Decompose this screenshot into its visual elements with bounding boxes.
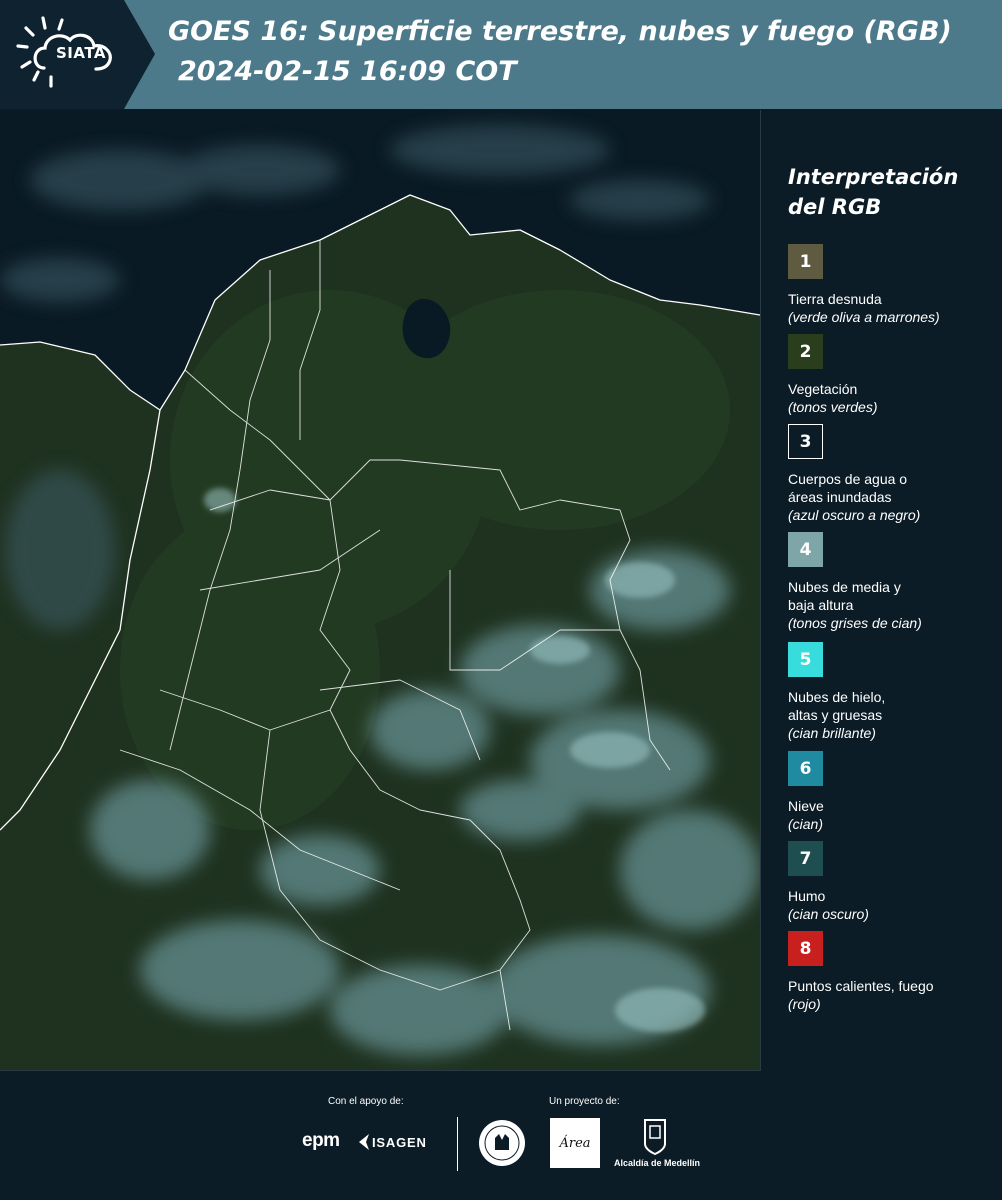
alcaldia-medellin-logo[interactable]: Alcaldía de Medellín — [611, 1158, 703, 1168]
siata-logo[interactable]: SIATA — [0, 0, 155, 109]
legend-note: (verde oliva a marrones) — [788, 309, 940, 325]
legend-item-vegetation: 2 Vegetación (tonos verdes) — [788, 334, 998, 416]
legend-label-line2: altas y gruesas — [788, 707, 883, 723]
header-banner: SIATA GOES 16: Superficie terrestre, nub… — [0, 0, 1002, 109]
legend-item-low-clouds: 4 Nubes de media y baja altura (tonos gr… — [788, 532, 998, 632]
legend-label: Puntos calientes, fuego — [788, 978, 934, 994]
satellite-map-image — [0, 110, 760, 1070]
isagen-logo[interactable]: ISAGEN — [372, 1135, 427, 1150]
legend-note: (cian brillante) — [788, 725, 876, 741]
footer: Con el apoyo de: Un proyecto de: epm ISA… — [0, 1071, 1002, 1200]
image-timestamp: 2024-02-15 16:09 COT — [178, 56, 517, 87]
legend-item-ice-clouds: 5 Nubes de hielo, altas y gruesas (cian … — [788, 642, 998, 742]
legend-item-water: 3 Cuerpos de agua o áreas inundadas (azu… — [788, 424, 998, 524]
legend-swatch: 8 — [788, 931, 823, 966]
rgb-legend: Interpretación del RGB 1 Tierra desnuda … — [775, 110, 1002, 1070]
legend-note: (tonos grises de cian) — [788, 615, 922, 631]
support-caption: Con el apoyo de: — [328, 1096, 404, 1107]
legend-swatch: 3 — [788, 424, 823, 459]
legend-note: (tonos verdes) — [788, 399, 878, 415]
isagen-leaf-icon — [359, 1134, 369, 1150]
legend-swatch: 5 — [788, 642, 823, 677]
legend-label: Nubes de media y — [788, 579, 901, 595]
legend-title: Interpretación del RGB — [788, 162, 998, 222]
legend-label: Humo — [788, 888, 826, 904]
legend-label-line2: baja altura — [788, 597, 854, 613]
page-title: GOES 16: Superficie terrestre, nubes y f… — [168, 16, 952, 47]
project-caption: Un proyecto de: — [549, 1096, 620, 1107]
legend-label: Nieve — [788, 798, 824, 814]
legend-swatch: 4 — [788, 532, 823, 567]
legend-item-snow: 6 Nieve (cian) — [788, 751, 998, 833]
legend-swatch: 6 — [788, 751, 823, 786]
legend-swatch: 2 — [788, 334, 823, 369]
legend-label: Nubes de hielo, — [788, 689, 886, 705]
legend-swatch: 1 — [788, 244, 823, 279]
logo-text: SIATA — [55, 44, 106, 62]
area-metropolitana-logo[interactable]: Área — [550, 1118, 600, 1168]
satellite-map[interactable] — [0, 110, 761, 1071]
legend-note: (cian oscuro) — [788, 906, 869, 922]
footer-divider — [457, 1117, 458, 1171]
legend-label: Vegetación — [788, 381, 858, 397]
legend-label: Tierra desnuda — [788, 291, 882, 307]
legend-swatch: 7 — [788, 841, 823, 876]
area-metropolitana-text: Área — [559, 1135, 591, 1151]
legend-note: (azul oscuro a negro) — [788, 507, 921, 523]
epm-logo[interactable]: epm — [302, 1130, 340, 1152]
legend-label-line2: áreas inundadas — [788, 489, 892, 505]
legend-item-smoke: 7 Humo (cian oscuro) — [788, 841, 998, 923]
legend-label: Cuerpos de agua o — [788, 471, 908, 487]
legend-note: (rojo) — [788, 996, 821, 1012]
legend-title-line1: Interpretación — [788, 165, 959, 189]
medellin-shield-icon — [644, 1119, 666, 1156]
legend-item-bare-soil: 1 Tierra desnuda (verde oliva a marrones… — [788, 244, 998, 326]
legend-item-fire: 8 Puntos calientes, fuego (rojo) — [788, 931, 998, 1013]
legend-title-line2: del RGB — [788, 195, 882, 219]
legend-note: (cian) — [788, 816, 824, 832]
government-seal-icon[interactable] — [477, 1118, 527, 1168]
